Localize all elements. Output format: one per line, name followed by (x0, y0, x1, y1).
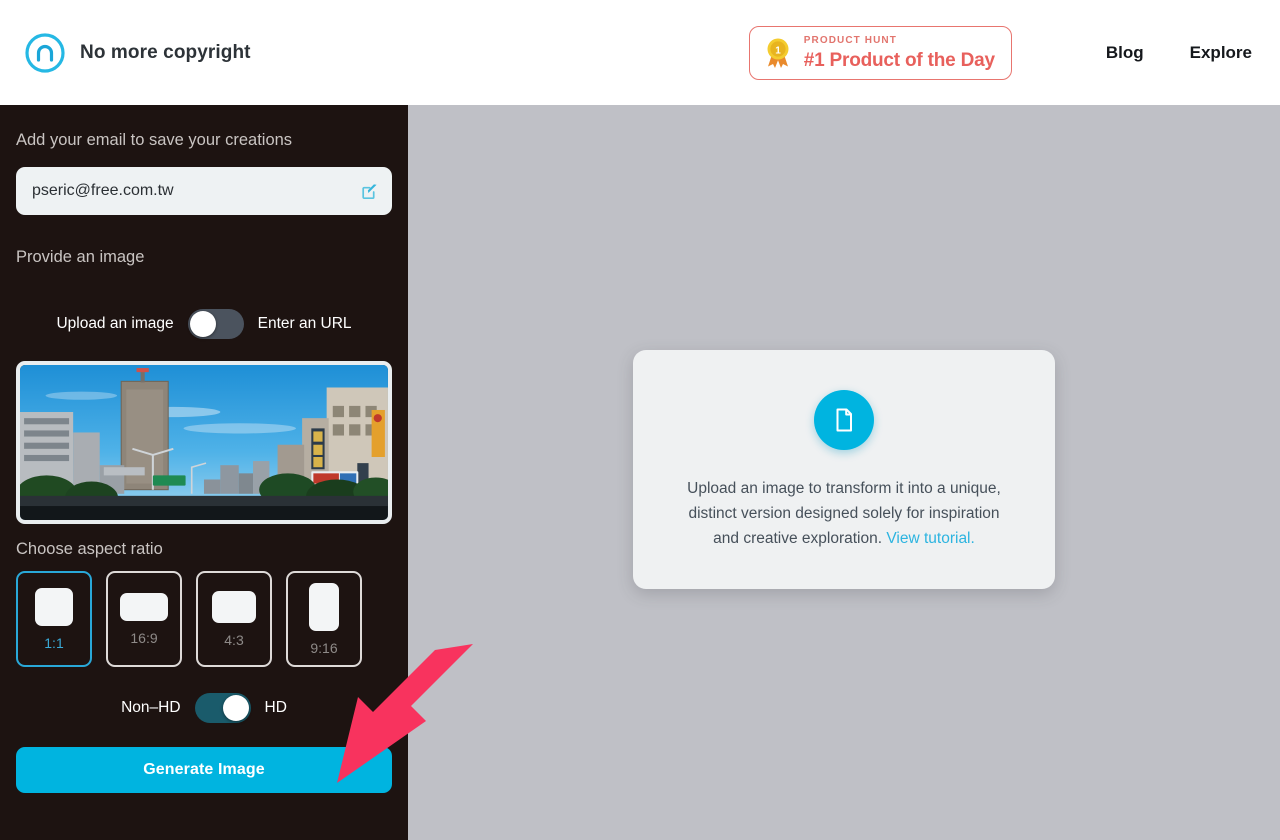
email-section-label: Add your email to save your creations (16, 131, 293, 149)
aspect-ratio-options: 1:1 16:9 4:3 9:16 (16, 571, 392, 667)
hd-quality-toggle[interactable] (194, 693, 251, 723)
aspect-ratio-preview (212, 590, 256, 623)
svg-text:1: 1 (775, 45, 781, 56)
aspect-ratio-preview (120, 592, 168, 621)
aspect-ratio-option-4-3[interactable]: 4:3 (196, 571, 272, 667)
product-hunt-text: PRODUCT HUNT #1 Product of the Day (803, 34, 995, 71)
toggle-knob (189, 311, 216, 337)
gold-medal-icon: 1 (763, 37, 793, 69)
header-right: 1 PRODUCT HUNT #1 Product of the Day Blo… (748, 25, 1280, 80)
generate-image-button[interactable]: Generate Image (16, 747, 392, 793)
product-hunt-title: #1 Product of the Day (803, 49, 995, 71)
aspect-ratio-option-9-16[interactable]: 9:16 (286, 571, 362, 667)
aspect-ratio-preview (35, 587, 73, 626)
product-hunt-kicker: PRODUCT HUNT (803, 34, 897, 46)
view-tutorial-link[interactable]: View tutorial. (886, 530, 974, 547)
aspect-ratio-name: 4:3 (224, 631, 244, 648)
aspect-ratio-preview (309, 582, 339, 631)
upload-image-label: Upload an image (56, 315, 174, 332)
nav-link-explore[interactable]: Explore (1190, 43, 1252, 63)
email-field[interactable]: pseric@free.com.tw (16, 167, 392, 215)
nmc-circle-logo-icon (24, 32, 66, 74)
document-file-icon (814, 389, 874, 450)
product-hunt-badge[interactable]: 1 PRODUCT HUNT #1 Product of the Day (748, 25, 1012, 80)
aspect-ratio-name: 9:16 (310, 639, 338, 656)
thumbnail-photo (20, 365, 388, 520)
enter-url-label: Enter an URL (257, 315, 352, 332)
aspect-ratio-option-16-9[interactable]: 16:9 (106, 571, 182, 667)
brand[interactable]: No more copyright (24, 32, 251, 74)
upload-info-card: Upload an image to transform it into a u… (633, 349, 1055, 590)
app-root: No more copyright 1 PRODUCT HUNT #1 Prod… (0, 0, 1280, 840)
nav-link-blog[interactable]: Blog (1106, 43, 1144, 63)
aspect-ratio-option-1-1[interactable]: 1:1 (16, 571, 92, 667)
non-hd-label: Non–HD (121, 699, 181, 716)
top-header: No more copyright 1 PRODUCT HUNT #1 Prod… (0, 0, 1280, 105)
aspect-ratio-label: Choose aspect ratio (16, 540, 163, 558)
upload-card-text: Upload an image to transform it into a u… (677, 476, 1011, 551)
aspect-ratio-name: 1:1 (44, 634, 64, 651)
hd-label: HD (264, 699, 287, 716)
image-source-toggle-row: Upload an image Enter an URL (16, 309, 392, 339)
toggle-knob (222, 695, 249, 721)
provide-image-label: Provide an image (16, 248, 145, 266)
brand-name: No more copyright (80, 41, 251, 63)
aspect-ratio-name: 16:9 (130, 629, 158, 646)
sidebar-panel: Add your email to save your creations ps… (0, 105, 408, 840)
email-value: pseric@free.com.tw (32, 182, 174, 199)
quality-toggle-row: Non–HD HD (16, 693, 392, 723)
edit-pencil-icon[interactable] (361, 182, 379, 200)
image-source-toggle[interactable] (187, 309, 244, 339)
uploaded-image-thumbnail[interactable] (16, 361, 392, 524)
main-canvas-area: Upload an image to transform it into a u… (408, 105, 1280, 840)
